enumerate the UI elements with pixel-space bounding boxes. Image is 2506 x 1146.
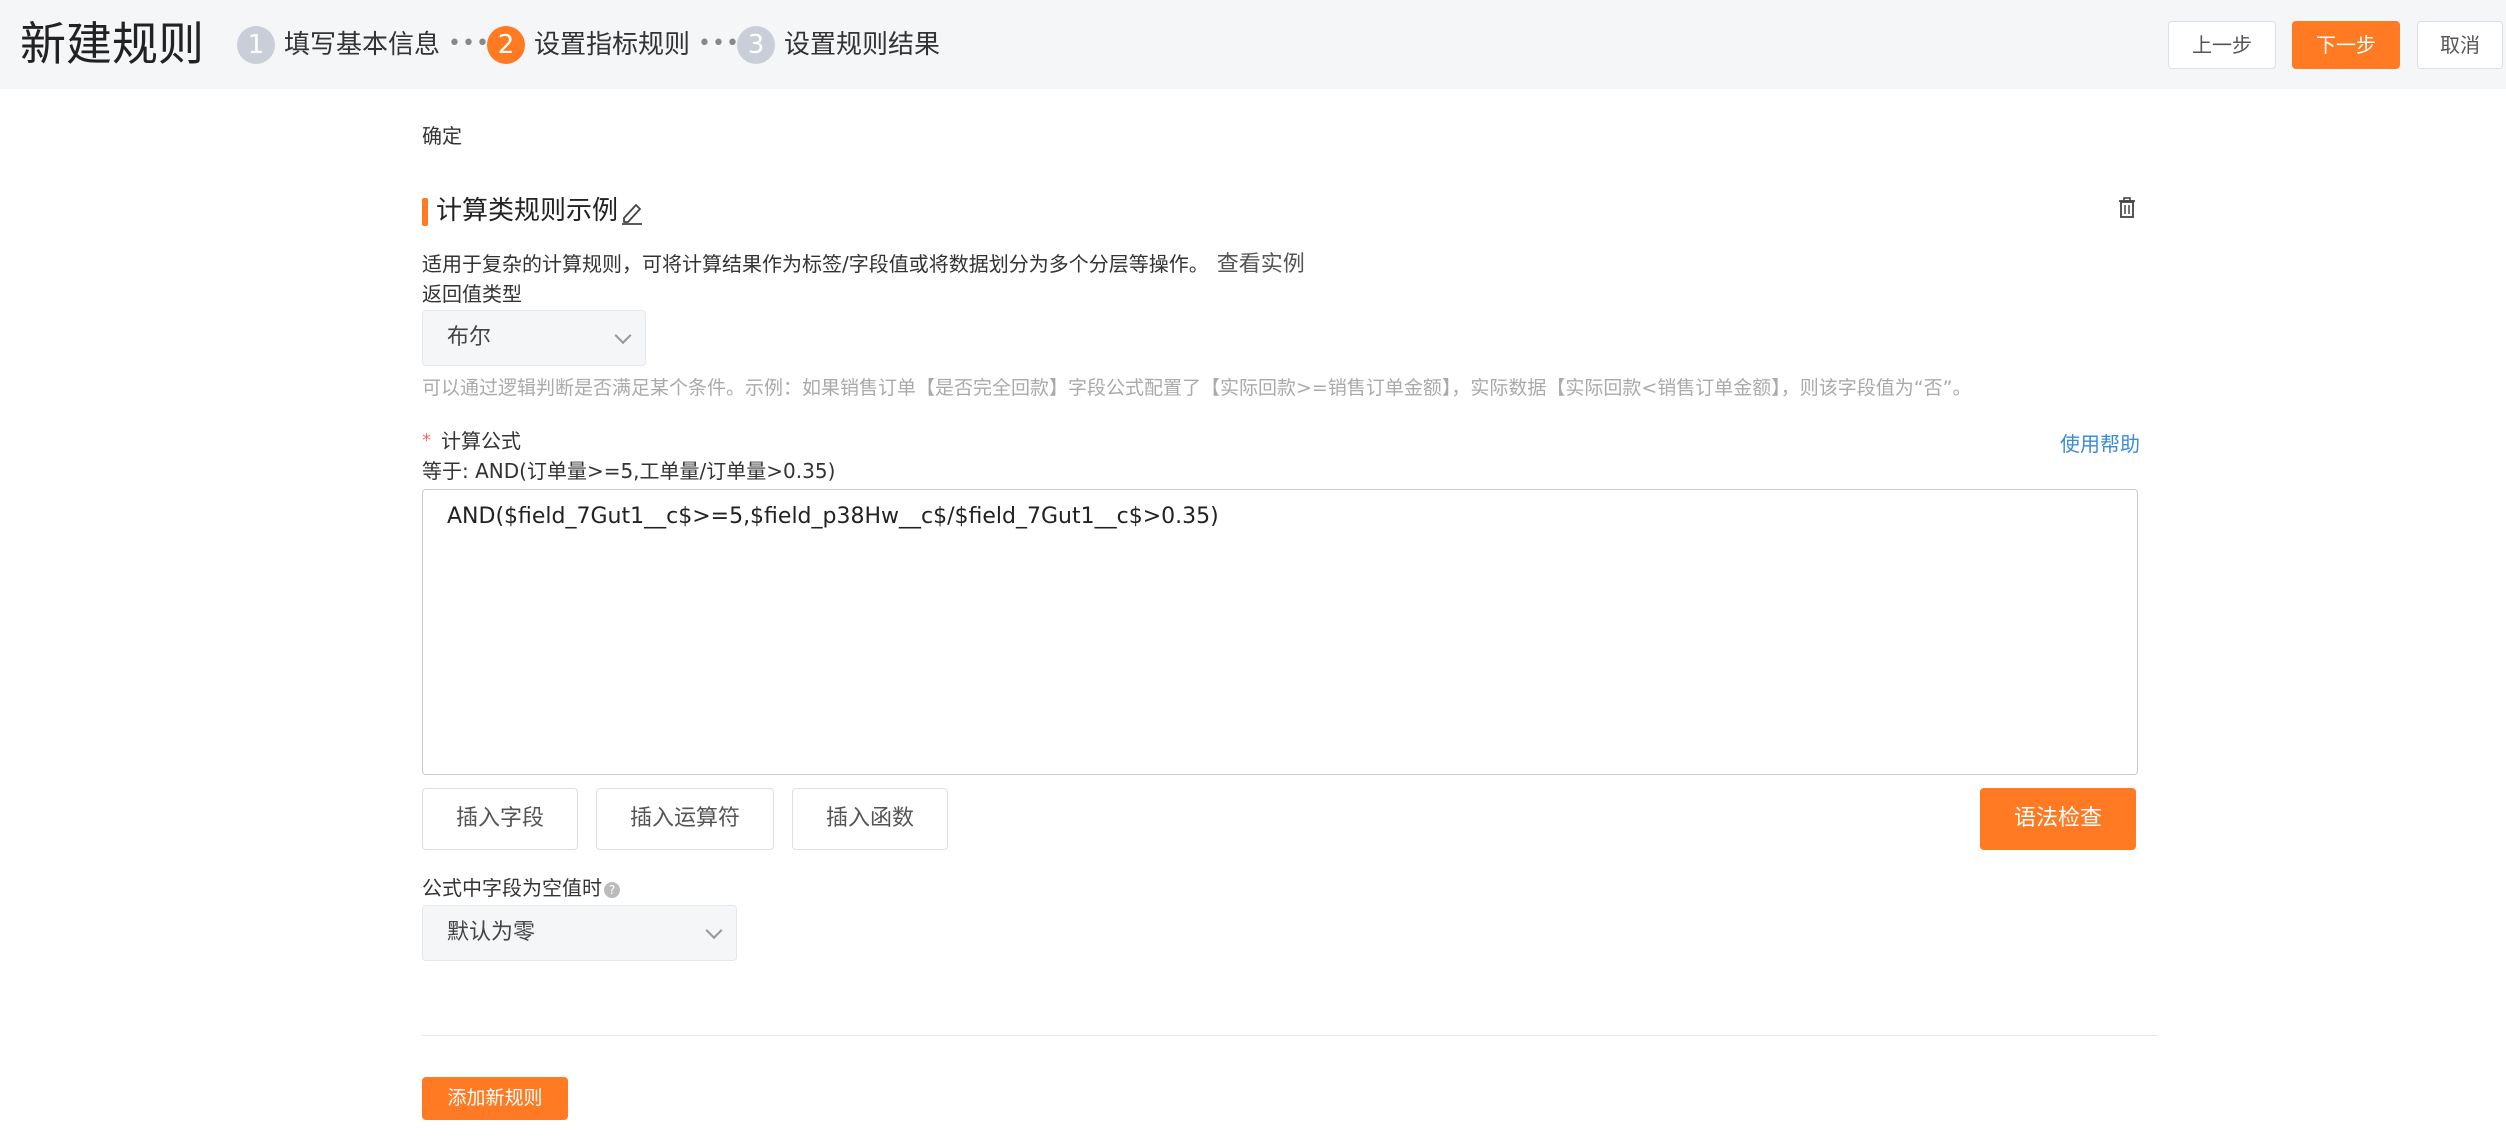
- prev-step-button[interactable]: 上一步: [2168, 21, 2276, 69]
- insert-field-button[interactable]: 插入字段: [422, 788, 578, 850]
- rule-accent-bar: [422, 198, 428, 226]
- insert-operator-button[interactable]: 插入运算符: [596, 788, 774, 850]
- section-divider: [422, 1035, 2158, 1036]
- step-2-label: 设置指标规则: [534, 30, 691, 60]
- confirm-text[interactable]: 确定: [422, 120, 462, 149]
- page-title: 新建规则: [20, 17, 204, 71]
- formula-label: * 计算公式: [422, 427, 521, 455]
- null-value-select[interactable]: 默认为零: [422, 905, 737, 961]
- help-question-icon[interactable]: ?: [604, 881, 620, 898]
- null-field-label: 公式中字段为空值时?: [422, 874, 620, 902]
- step-2-number: 2: [487, 26, 525, 64]
- step-1-number: 1: [237, 26, 275, 64]
- insert-function-button[interactable]: 插入函数: [792, 788, 948, 850]
- next-step-button[interactable]: 下一步: [2292, 21, 2400, 69]
- null-value: 默认为零: [447, 920, 536, 945]
- rule-description-text: 适用于复杂的计算规则，可将计算结果作为标签/字段值或将数据划分为多个分层等操作。: [422, 252, 1209, 276]
- step-separator-1: •••: [448, 31, 490, 56]
- view-example-link[interactable]: 查看实例: [1217, 252, 1305, 277]
- null-field-label-text: 公式中字段为空值时: [422, 876, 602, 900]
- chevron-down-icon: [705, 922, 723, 940]
- rule-title: 计算类规则示例: [436, 196, 619, 226]
- return-type-label: 返回值类型: [422, 282, 522, 306]
- top-bar: 新建规则 1 填写基本信息 ••• 2 设置指标规则 ••• 3 设置规则结果 …: [0, 0, 2506, 89]
- formula-equals-text: 等于: AND(订单量>=5,工单量/订单量>0.35): [422, 459, 836, 483]
- return-type-select[interactable]: 布尔: [422, 310, 646, 366]
- step-1-label: 填写基本信息: [284, 30, 441, 60]
- formula-textarea[interactable]: AND($field_7Gut1__c$>=5,$field_p38Hw__c$…: [422, 489, 2138, 775]
- usage-help-link[interactable]: 使用帮助: [2060, 428, 2140, 457]
- add-rule-button[interactable]: 添加新规则: [422, 1077, 568, 1120]
- formula-label-text: 计算公式: [441, 429, 521, 453]
- rule-description: 适用于复杂的计算规则，可将计算结果作为标签/字段值或将数据划分为多个分层等操作。…: [422, 250, 1305, 279]
- trash-icon[interactable]: [2116, 196, 2138, 220]
- cancel-button[interactable]: 取消: [2417, 21, 2503, 69]
- syntax-check-button[interactable]: 语法检查: [1980, 788, 2136, 850]
- formula-value: AND($field_7Gut1__c$>=5,$field_p38Hw__c$…: [447, 504, 1219, 529]
- step-separator-2: •••: [698, 31, 740, 56]
- return-type-hint: 可以通过逻辑判断是否满足某个条件。示例：如果销售订单【是否完全回款】字段公式配置…: [422, 377, 1972, 399]
- required-mark: *: [422, 430, 431, 451]
- step-3-label: 设置规则结果: [784, 30, 941, 60]
- edit-icon[interactable]: [620, 196, 644, 226]
- chevron-down-icon: [614, 327, 632, 345]
- return-type-value: 布尔: [447, 325, 492, 350]
- step-3-number: 3: [737, 26, 775, 64]
